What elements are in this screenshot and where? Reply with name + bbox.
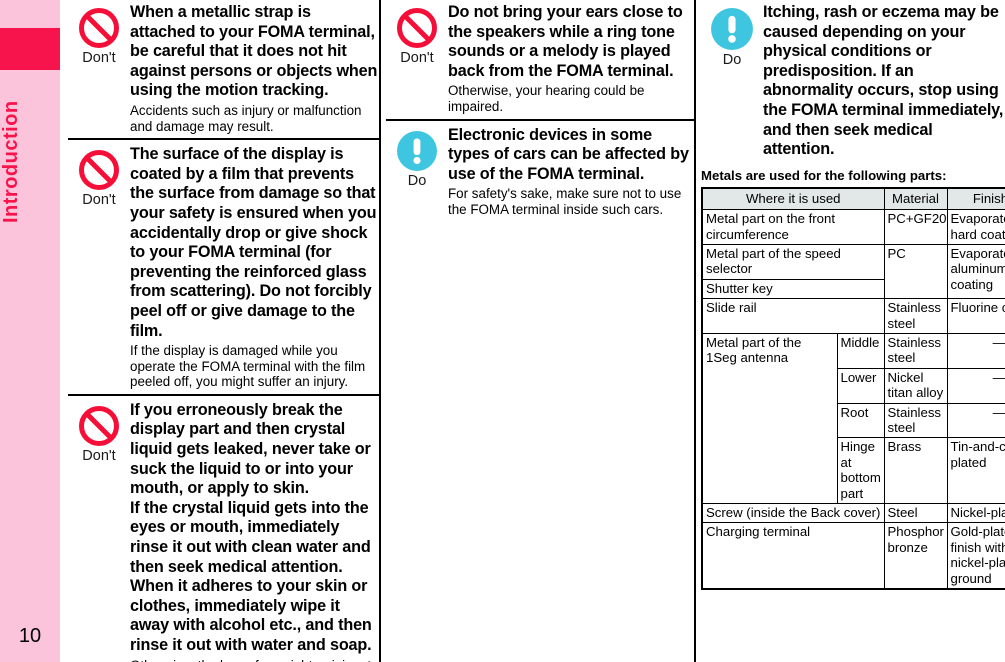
cell-where: Metal part on the front circumference <box>701 209 885 245</box>
chapter-marker <box>0 28 60 70</box>
cell-subpart: Lower <box>836 367 885 404</box>
warning-body: Do not bring your ears close to the spea… <box>448 3 694 115</box>
cell-material: Brass <box>883 437 948 505</box>
cell-where: Metal part of the 1Seg antenna <box>701 332 838 505</box>
icon-cell: Do <box>386 126 448 189</box>
column-2: Don't Do not bring your ears close to th… <box>386 0 694 662</box>
table-row: Metal part on the front circumference PC… <box>701 209 1005 245</box>
icon-label: Don't <box>400 50 434 66</box>
cell-material: PC <box>883 243 948 300</box>
warning-block: Do Itching, rash or eczema may be caused… <box>701 0 1004 160</box>
icon-label: Do <box>407 172 427 189</box>
column-1: Don't When a metallic strap is attached … <box>68 0 379 662</box>
cell-finishing: — <box>946 367 1005 404</box>
cell-finishing: Evaporated tin, hard coating <box>946 209 1005 245</box>
warning-detail: Accidents such as injury or malfunction … <box>130 102 362 134</box>
cell-finishing: Nickel-plated <box>946 503 1005 524</box>
table-row: Screw (inside the Back cover) Steel Nick… <box>701 503 1005 524</box>
warning-heading: The surface of the display is coated by … <box>130 145 377 340</box>
metals-table: Where it is used Material Finishing Meta… <box>701 186 1005 591</box>
icon-label: Don't <box>82 447 116 464</box>
cell-finishing: Gold-plated finish with nickel-plated gr… <box>946 522 1005 590</box>
cell-where: Metal part of the speed selector <box>701 243 885 280</box>
cell-subpart: Middle <box>836 333 885 369</box>
cell-material: PC+GF20 <box>883 209 948 245</box>
warning-block: Don't Do not bring your ears close to th… <box>386 0 694 115</box>
warning-body: Itching, rash or eczema may be caused de… <box>763 3 1004 160</box>
chapter-label: Introduction <box>0 100 22 224</box>
cell-material: Steel <box>883 503 948 524</box>
cell-material: Nickel titan alloy <box>883 367 948 404</box>
column-3: Do Itching, rash or eczema may be caused… <box>701 0 1005 662</box>
table-header-material: Material <box>883 187 948 211</box>
cell-subpart: Root <box>836 402 885 439</box>
column-divider-1 <box>379 0 381 662</box>
icon-cell: Don't <box>68 3 130 66</box>
table-row: Metal part of the 1Seg antenna Middle St… <box>701 332 1005 505</box>
page-number: 10 <box>18 625 42 647</box>
cell-finishing: Tin-and-cobalt-plated <box>946 437 1005 505</box>
prohibition-icon <box>79 8 119 48</box>
warning-body: The surface of the display is coated by … <box>130 145 379 390</box>
warning-body: Electronic devices in some types of cars… <box>448 126 694 218</box>
prohibition-icon <box>79 150 119 191</box>
prohibition-icon <box>79 405 119 446</box>
cell-material: Stainless steel <box>883 333 948 369</box>
warning-heading: When a metallic strap is attached to you… <box>130 3 378 100</box>
warning-heading: If you erroneously break the display par… <box>130 400 372 654</box>
icon-label: Don't <box>82 192 116 209</box>
warning-heading: Electronic devices in some types of cars… <box>448 125 689 183</box>
warning-detail: Otherwise, the loss of eyesight or injur… <box>130 658 379 662</box>
cell-material: Stainless steel <box>883 402 948 439</box>
warning-block: Don't The surface of the display is coat… <box>68 138 379 390</box>
column-divider-2 <box>694 0 696 662</box>
warning-heading: Do not bring your ears close to the spea… <box>448 3 683 80</box>
cell-where: Screw (inside the Back cover) <box>701 503 885 524</box>
table-header-finishing: Finishing <box>946 187 1005 211</box>
cell-subpart: Hinge at bottom part <box>836 437 885 505</box>
warning-block: Don't If you erroneously break the displ… <box>68 393 379 662</box>
cell-finishing: — <box>946 333 1005 369</box>
table-row: Slide rail Stainless steel Fluorine coat… <box>701 298 1005 334</box>
cell-finishing: Evaporated aluminum, hard coating <box>946 243 1005 300</box>
warning-detail: If the display is damaged while you oper… <box>130 343 366 390</box>
warning-detail: Otherwise, your hearing could be impaire… <box>448 83 645 114</box>
cell-material: Phosphor bronze <box>883 522 948 590</box>
exclamation-icon <box>711 8 753 50</box>
manual-page: Introduction 10 Don't When a metallic st… <box>0 0 1005 662</box>
icon-cell: Don't <box>386 3 448 66</box>
icon-cell: Don't <box>68 145 130 208</box>
table-row: Charging terminal Phosphor bronze Gold-p… <box>701 522 1005 590</box>
cell-finishing: Fluorine coating <box>946 298 1005 334</box>
chapter-sidebar: Introduction 10 <box>0 0 60 662</box>
warning-detail: For safety's sake, make sure not to use … <box>448 186 682 217</box>
icon-cell: Don't <box>68 401 130 464</box>
cell-where: Slide rail <box>701 298 885 334</box>
cell-finishing: — <box>946 402 1005 439</box>
cell-where: Shutter key <box>701 278 885 300</box>
warning-block: Do Electronic devices in some types of c… <box>386 118 694 218</box>
warning-body: If you erroneously break the display par… <box>130 401 379 662</box>
icon-label: Don't <box>82 50 116 66</box>
prohibition-icon <box>397 8 437 48</box>
warning-body: When a metallic strap is attached to you… <box>130 3 379 134</box>
icon-label: Do <box>722 52 742 68</box>
icon-cell: Do <box>701 3 763 68</box>
metals-table-caption: Metals are used for the following parts: <box>701 167 947 183</box>
cell-where: Charging terminal <box>701 522 885 590</box>
warning-heading: Itching, rash or eczema may be caused de… <box>763 3 1004 159</box>
warning-block: Don't When a metallic strap is attached … <box>68 0 379 134</box>
table-row: Metal part of the speed selector PC Evap… <box>701 243 1005 300</box>
table-header-row: Where it is used Material Finishing <box>701 187 1005 211</box>
cell-material: Stainless steel <box>883 298 948 334</box>
table-header-where: Where it is used <box>701 187 885 211</box>
exclamation-icon <box>397 130 437 171</box>
